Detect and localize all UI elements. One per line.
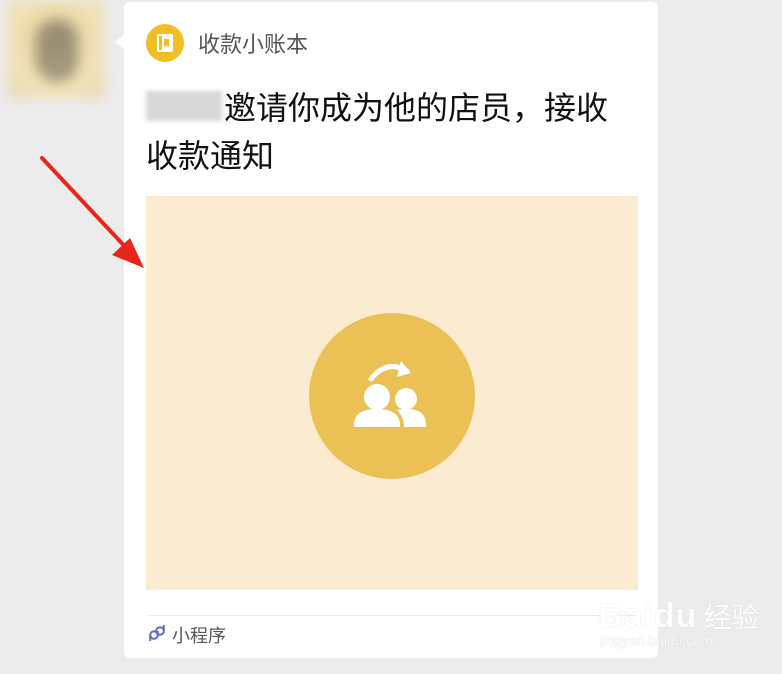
preview-image[interactable] bbox=[146, 196, 638, 590]
mini-program-card[interactable]: 收款小账本 邀请你成为他的店员，接收收款通知 小程序 bbox=[124, 2, 658, 658]
sender-avatar[interactable] bbox=[8, 0, 104, 98]
mini-program-footer: 小程序 bbox=[148, 622, 226, 648]
mini-program-icon bbox=[148, 624, 166, 646]
redacted-username bbox=[146, 91, 222, 121]
avatar-silhouette bbox=[36, 20, 78, 82]
watermark-url: jingyan.baidu.com bbox=[600, 632, 713, 648]
ledger-book-icon bbox=[146, 24, 184, 62]
watermark-text: 经验 bbox=[703, 601, 760, 634]
app-header: 收款小账本 bbox=[146, 24, 308, 62]
app-name: 收款小账本 bbox=[198, 33, 309, 58]
baidu-jingyan-watermark: Baidu 经验 jingyan.baidu.com bbox=[598, 596, 759, 648]
invite-staff-icon bbox=[309, 313, 475, 479]
invite-message: 邀请你成为他的店员，接收收款通知 bbox=[146, 84, 636, 180]
watermark-brand: Baidu bbox=[598, 597, 698, 635]
card-divider bbox=[146, 615, 638, 616]
mini-program-label: 小程序 bbox=[172, 626, 226, 647]
